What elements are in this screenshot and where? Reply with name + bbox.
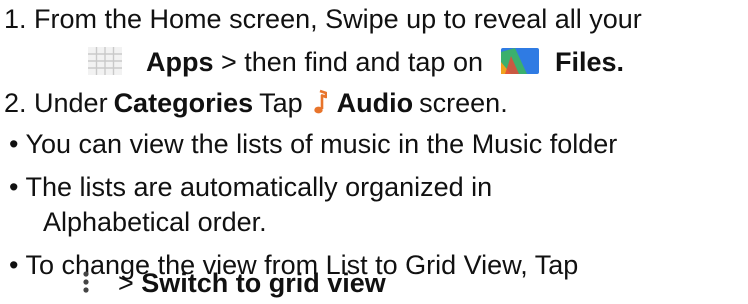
bullet-3-arrow: > [118,268,142,298]
audio-label: Audio [336,88,414,118]
bullet-2-line-1: • The lists are automatically organized … [9,172,493,202]
files-label: Files. [554,47,625,77]
step-2-prefix: 2. Under [4,88,108,118]
files-app-icon [500,46,541,76]
switch-to-grid-label: Switch to grid view [141,268,386,298]
bullet-2-line-2: Alphabetical order. [43,207,267,237]
apps-grid-icon [88,46,122,75]
step-1-mid-text: > then find and tap on [213,47,483,77]
more-options-icon [82,269,90,295]
step-1-text: 1. From the Home screen, Swipe up to rev… [4,4,642,34]
categories-label: Categories [113,88,254,118]
step-2-text: 2. Under Categories Tap Audio screen. [4,87,508,119]
apps-label: Apps [146,47,214,77]
music-note-icon [313,89,327,115]
bullet-1: • You can view the lists of music in the… [9,129,618,159]
step-2-suffix: screen. [419,88,508,118]
tap-text: Tap [259,88,303,118]
step-1-continuation: Apps > then find and tap on Files. [88,46,624,79]
bullet-3-line-2: > Switch to grid view [82,267,386,299]
